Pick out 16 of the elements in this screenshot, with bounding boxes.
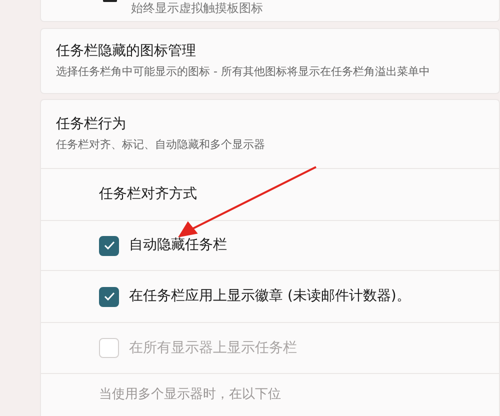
checkbox[interactable] bbox=[99, 236, 119, 256]
card-subtitle: 选择任务栏角中可能显示的图标 - 所有其他图标将显示在任务栏角溢出菜单中 bbox=[56, 64, 431, 80]
checkmark-icon bbox=[104, 241, 114, 250]
settings-card[interactable]: 任务栏隐藏的图标管理 选择任务栏角中可能显示的图标 - 所有其他图标将显示在任务栏角溢出菜单中 bbox=[40, 28, 500, 94]
checkbox-label: 在所有显示器上显示任务栏 bbox=[129, 338, 297, 358]
checkbox-label: 在任务栏应用上显示徽章 (未读邮件计数器)。 bbox=[129, 287, 410, 306]
card-title: 任务栏行为 bbox=[56, 115, 127, 134]
setting-label: 任务栏对齐方式 bbox=[99, 185, 197, 204]
card-subtitle: 任务栏对齐、标记、自动隐藏和多个显示器 bbox=[56, 137, 266, 154]
card-subtitle: 始终显示虚拟触摸板图标 bbox=[131, 0, 263, 15]
card-title: 任务栏隐藏的图标管理 bbox=[56, 42, 197, 62]
checkbox[interactable] bbox=[99, 286, 119, 306]
expander-header[interactable]: 任务栏行为 任务栏对齐、标记、自动隐藏和多个显示器 bbox=[41, 100, 499, 168]
checkbox-label: 自动隐藏任务栏 bbox=[129, 236, 227, 255]
setting-description: 当使用多个显示器时，在以下位 bbox=[99, 386, 281, 404]
checkmark-icon bbox=[104, 292, 114, 301]
